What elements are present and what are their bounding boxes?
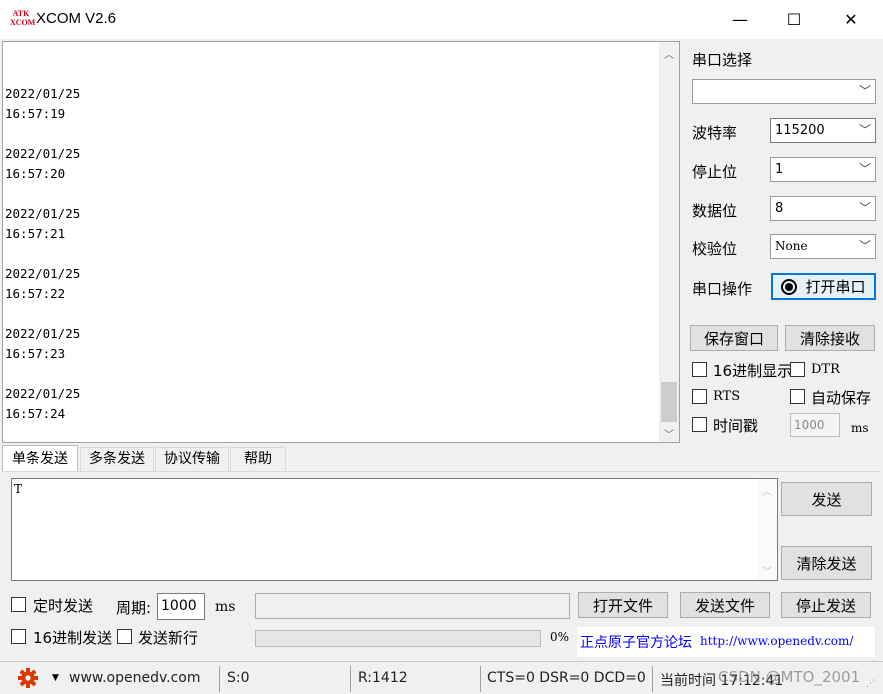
stopbits-select[interactable]: 1 ﹀	[770, 157, 876, 182]
databits-value: 8	[775, 201, 784, 216]
open-port-label: 打开串口	[805, 278, 866, 296]
timestamp-label: 时间戳	[713, 417, 759, 435]
send-progress-bar	[255, 630, 541, 647]
auto-save-label: 自动保存	[811, 389, 872, 407]
save-window-button[interactable]: 保存窗口	[690, 325, 778, 351]
timestamp-ms-label: ms	[851, 421, 869, 435]
file-path-input[interactable]	[255, 593, 570, 619]
close-button[interactable]: ✕	[823, 0, 879, 39]
maximize-button[interactable]: ☐	[766, 0, 822, 39]
dtr-label: DTR	[811, 362, 840, 377]
scroll-down-icon[interactable]: ﹀	[659, 424, 679, 442]
databits-select[interactable]: 8 ﹀	[770, 196, 876, 221]
status-lines: CTS=0 DSR=0 DCD=0	[487, 670, 646, 686]
caret-down-icon[interactable]: ▼	[52, 673, 59, 683]
app-logo: ATK XCOM	[10, 9, 36, 27]
clear-send-button[interactable]: 清除发送	[781, 546, 872, 580]
tab-multi-send[interactable]: 多条发送	[80, 447, 154, 471]
scroll-down-icon[interactable]: ﹀	[757, 561, 777, 579]
receive-textarea[interactable]: 2022/01/25 16:57:19 2022/01/25 16:57:20 …	[2, 41, 680, 443]
stopbits-value: 1	[775, 162, 784, 177]
status-separator	[480, 666, 481, 692]
open-port-button[interactable]: 打开串口	[771, 273, 876, 300]
forum-link-label: 正点原子官方论坛	[580, 635, 692, 651]
progress-percent: 0%	[550, 630, 570, 644]
tab-divider	[2, 471, 881, 472]
auto-save-checkbox[interactable]	[790, 389, 805, 404]
chevron-down-icon: ﹀	[858, 239, 871, 253]
timed-send-checkbox[interactable]	[11, 597, 26, 612]
rts-label: RTS	[713, 389, 741, 404]
timed-send-label: 定时发送	[33, 597, 94, 615]
maximize-icon: ☐	[786, 10, 802, 29]
parity-value: None	[775, 239, 808, 253]
minimize-button[interactable]: —	[712, 0, 768, 39]
databits-label: 数据位	[692, 202, 738, 220]
receive-text: 2022/01/25 16:57:19 2022/01/25 16:57:20 …	[5, 86, 81, 421]
hex-send-label: 16进制发送	[33, 629, 113, 647]
stopbits-label: 停止位	[692, 163, 738, 181]
period-label: 周期:	[116, 599, 152, 617]
scroll-thumb[interactable]	[661, 382, 677, 422]
send-textarea[interactable]: T ︿ ﹀	[11, 478, 778, 581]
resize-grip-icon[interactable]: ⋰	[866, 679, 875, 689]
timestamp-checkbox[interactable]	[692, 417, 707, 432]
timestamp-interval-input[interactable]: 1000	[790, 413, 840, 437]
port-select[interactable]: ﹀	[692, 79, 876, 104]
forum-url: http://www.openedv.com/	[700, 634, 854, 648]
hex-send-checkbox[interactable]	[11, 629, 26, 644]
send-button[interactable]: 发送	[781, 482, 872, 516]
parity-label: 校验位	[692, 240, 738, 258]
status-separator	[652, 666, 653, 692]
baud-label: 波特率	[692, 124, 738, 142]
gear-icon[interactable]	[17, 667, 39, 689]
rts-checkbox[interactable]	[692, 389, 707, 404]
period-unit-label: ms	[215, 599, 236, 615]
status-received: R:1412	[358, 670, 408, 686]
record-icon	[781, 278, 798, 295]
status-site: www.openedv.com	[69, 670, 201, 686]
minimize-icon: —	[732, 10, 748, 29]
parity-select[interactable]: None ﹀	[770, 234, 876, 259]
scroll-up-icon[interactable]: ︿	[659, 44, 679, 62]
send-newline-label: 发送新行	[138, 629, 199, 647]
tab-protocol[interactable]: 协议传输	[155, 447, 229, 471]
chevron-down-icon: ﹀	[858, 123, 871, 137]
send-text: T	[14, 482, 23, 496]
status-sent: S:0	[227, 670, 250, 686]
send-scrollbar[interactable]: ︿ ﹀	[757, 479, 777, 580]
tab-help[interactable]: 帮助	[230, 447, 286, 471]
hex-display-label: 16进制显示	[713, 362, 793, 380]
chevron-down-icon: ﹀	[858, 84, 871, 98]
status-separator	[219, 666, 220, 692]
window-title: XCOM V2.6	[36, 10, 117, 27]
tab-single-send[interactable]: 单条发送	[2, 445, 78, 471]
period-input[interactable]: 1000	[157, 593, 205, 620]
send-file-button[interactable]: 发送文件	[680, 592, 770, 618]
port-op-label: 串口操作	[692, 280, 753, 298]
open-file-button[interactable]: 打开文件	[578, 592, 668, 618]
baud-value: 115200	[775, 123, 825, 138]
status-separator	[350, 666, 351, 692]
send-newline-checkbox[interactable]	[117, 629, 132, 644]
title-bar: ATK XCOM XCOM V2.6 — ☐ ✕	[0, 0, 883, 39]
hex-display-checkbox[interactable]	[692, 362, 707, 377]
close-icon: ✕	[844, 10, 858, 29]
stop-send-button[interactable]: 停止发送	[781, 592, 871, 618]
receive-scrollbar[interactable]: ︿ ﹀	[659, 42, 679, 442]
port-select-label: 串口选择	[692, 51, 753, 69]
chevron-down-icon: ﹀	[858, 201, 871, 215]
baud-select[interactable]: 115200 ﹀	[770, 118, 876, 143]
clear-receive-button[interactable]: 清除接收	[785, 325, 875, 351]
forum-link[interactable]: 正点原子官方论坛 http://www.openedv.com/	[577, 627, 875, 657]
dtr-checkbox[interactable]	[790, 362, 805, 377]
status-bar: ▼ www.openedv.com S:0 R:1412 CTS=0 DSR=0…	[0, 661, 883, 694]
scroll-up-icon[interactable]: ︿	[757, 481, 777, 499]
chevron-down-icon: ﹀	[858, 162, 871, 176]
watermark: CSDN @MTO_2001	[718, 668, 861, 686]
